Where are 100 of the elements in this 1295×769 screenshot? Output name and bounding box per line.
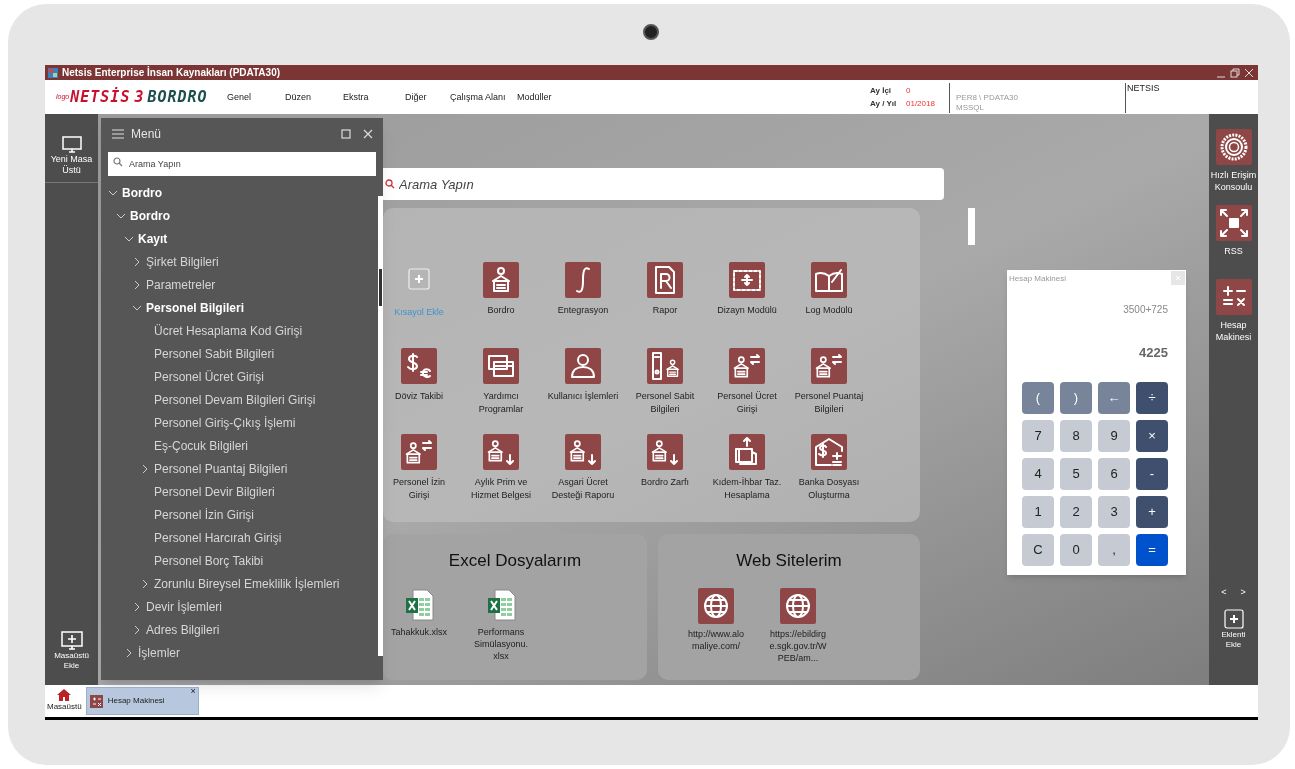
- module-shortcut[interactable]: Personel Ücret Girişi: [711, 348, 783, 434]
- add-plugin-button[interactable]: Eklenti Ekle: [1215, 609, 1252, 650]
- scrollbar-thumb[interactable]: [968, 208, 975, 245]
- menu-icon[interactable]: [111, 128, 125, 140]
- calculator-key[interactable]: 7: [1022, 419, 1054, 452]
- module-shortcut[interactable]: Entegrasyon: [547, 262, 619, 348]
- calculator-key[interactable]: 2: [1060, 495, 1092, 528]
- calculator-key[interactable]: 3: [1098, 495, 1130, 528]
- globe-icon: [780, 587, 816, 624]
- tree-item[interactable]: Personel Giriş-Çıkış İşlemi: [101, 411, 377, 434]
- tree-item[interactable]: Devir İşlemleri: [101, 595, 377, 618]
- gear-icon: [1215, 129, 1252, 165]
- excel-file[interactable]: Performans Simülasyonu. xlsx: [465, 587, 537, 662]
- tree-item[interactable]: Zorunlu Bireysel Emeklilik İşlemleri: [101, 572, 377, 595]
- module-shortcut[interactable]: Dizayn Modülü: [711, 262, 783, 348]
- menu-item[interactable]: Modüller: [517, 91, 552, 105]
- sidebar-tool[interactable]: RSS: [1209, 205, 1258, 257]
- new-desktop-button[interactable]: Yeni Masa Üstü: [45, 136, 98, 183]
- status-label: Ay / Yıl: [870, 98, 898, 110]
- module-shortcut[interactable]: Kıdem-İhbar Taz. Hesaplama: [711, 434, 783, 520]
- calculator-key[interactable]: ×: [1136, 419, 1168, 452]
- module-shortcut[interactable]: Asgari Ücret Desteği Raporu: [547, 434, 619, 520]
- calculator-key[interactable]: 8: [1060, 419, 1092, 452]
- tree-item[interactable]: Şirket Bilgileri: [101, 250, 377, 273]
- menu-item[interactable]: Genel: [227, 91, 252, 105]
- excel-file[interactable]: Tahakkuk.xlsx: [383, 587, 455, 662]
- tree-item[interactable]: Adres Bilgileri: [101, 618, 377, 641]
- module-shortcut[interactable]: Aylık Prim ve Hizmet Belgesi: [465, 434, 537, 520]
- tree-item[interactable]: Personel Sabit Bilgileri: [101, 342, 377, 365]
- person-download-icon: [565, 434, 601, 470]
- menu-item[interactable]: Ekstra: [343, 91, 369, 105]
- website-link[interactable]: https://ebildirge.sgk.gov.tr/WPEB/am...: [762, 587, 834, 664]
- module-shortcut[interactable]: Döviz Takibi: [383, 348, 455, 434]
- calculator-key[interactable]: ,: [1098, 533, 1130, 566]
- search-field[interactable]: Arama Yapın: [108, 152, 376, 176]
- calculator-key[interactable]: 9: [1098, 419, 1130, 452]
- panel-title: Web Sitelerim: [735, 550, 843, 572]
- calculator-key[interactable]: 1: [1022, 495, 1054, 528]
- menu-item[interactable]: Diğer: [405, 91, 427, 105]
- tree-item[interactable]: Kayıt: [101, 227, 377, 250]
- taskbar-tab[interactable]: Hesap Makinesi ×: [85, 687, 199, 715]
- add-desktop-button[interactable]: Masaüstü Ekle: [51, 631, 92, 671]
- module-shortcut[interactable]: Bordro Zarfı: [629, 434, 701, 520]
- calculator-key[interactable]: 4: [1022, 457, 1054, 490]
- module-shortcut[interactable]: Banka Dosyası Oluşturma: [793, 434, 865, 520]
- calculator-key[interactable]: 0: [1060, 533, 1092, 566]
- panel-title: Menü: [131, 126, 163, 143]
- calculator-icon: [89, 694, 103, 708]
- menu-item[interactable]: Çalışma Alanı: [450, 91, 506, 105]
- search-icon: [385, 179, 395, 189]
- tree-item[interactable]: Bordro: [101, 181, 377, 204]
- tree-item[interactable]: Personel Puantaj Bilgileri: [101, 457, 377, 480]
- tree-item[interactable]: Personel Harcırah Girişi: [101, 526, 377, 549]
- tree-item[interactable]: Personel Devir Bilgileri: [101, 480, 377, 503]
- calculator-key[interactable]: ÷: [1136, 381, 1168, 414]
- tree-item[interactable]: Personel Ücret Girişi: [101, 365, 377, 388]
- module-shortcut[interactable]: Bordro: [465, 262, 537, 348]
- home-icon: [57, 689, 72, 701]
- search-icon: [113, 157, 123, 167]
- tree-item[interactable]: Personel Bilgileri: [101, 296, 377, 319]
- connection-info: MSSQL: [956, 103, 985, 113]
- calculator-key[interactable]: C: [1022, 533, 1054, 566]
- calculator-key[interactable]: ): [1060, 381, 1092, 414]
- module-shortcut[interactable]: Rapor: [629, 262, 701, 348]
- integral-icon: [565, 262, 601, 298]
- website-link[interactable]: http://www.alomaliye.com/: [680, 587, 752, 664]
- tree-item[interactable]: Parametreler: [101, 273, 377, 296]
- tree-item[interactable]: Bordro: [101, 204, 377, 227]
- close-mark[interactable]: ×: [190, 685, 196, 699]
- search-field[interactable]: Arama Yapın: [380, 168, 944, 200]
- person-download-icon: [647, 434, 683, 470]
- sidebar-tool[interactable]: Hızlı Erişim Konsoulu: [1209, 129, 1258, 193]
- sidebar-tool[interactable]: Hesap Makinesi: [1209, 279, 1258, 343]
- menu-item[interactable]: Düzen: [285, 91, 311, 105]
- module-shortcut[interactable]: Yardımcı Programlar: [465, 348, 537, 434]
- calculator-key[interactable]: 6: [1098, 457, 1130, 490]
- close-icon[interactable]: [363, 129, 373, 139]
- tree-item[interactable]: Personel Borç Takibi: [101, 549, 377, 572]
- calculator-key[interactable]: +: [1136, 495, 1168, 528]
- maximize-icon[interactable]: [341, 129, 351, 139]
- module-shortcut[interactable]: Personel Sabit Bilgileri: [629, 348, 701, 434]
- tree-item[interactable]: Ücret Hesaplama Kod Girişi: [101, 319, 377, 342]
- stack-upload-icon: [729, 434, 765, 470]
- close-icon[interactable]: [1244, 67, 1254, 78]
- module-shortcut[interactable]: Log Modülü: [793, 262, 865, 348]
- tree-item[interactable]: İşlemler: [101, 641, 377, 664]
- calculator-key[interactable]: -: [1136, 457, 1168, 490]
- module-shortcut[interactable]: Kullanıcı İşlemleri: [547, 348, 619, 434]
- tree-item[interactable]: Personel Devam Bilgileri Girişi: [101, 388, 377, 411]
- module-shortcut[interactable]: Personel Puantaj Bilgileri: [793, 348, 865, 434]
- calculator-key[interactable]: (: [1022, 381, 1054, 414]
- calculator-key[interactable]: =: [1136, 533, 1168, 566]
- tree-item[interactable]: Personel İzin Girişi: [101, 503, 377, 526]
- module-shortcut[interactable]: Personel İzin Girişi: [383, 434, 455, 520]
- scrollbar-thumb[interactable]: [379, 269, 382, 306]
- restore-icon[interactable]: [1230, 67, 1240, 78]
- calculator-expression: 3500+725: [1122, 303, 1169, 317]
- tree-item[interactable]: Eş-Çocuk Bilgileri: [101, 434, 377, 457]
- calculator-key[interactable]: ←: [1098, 381, 1130, 414]
- calculator-key[interactable]: 5: [1060, 457, 1092, 490]
